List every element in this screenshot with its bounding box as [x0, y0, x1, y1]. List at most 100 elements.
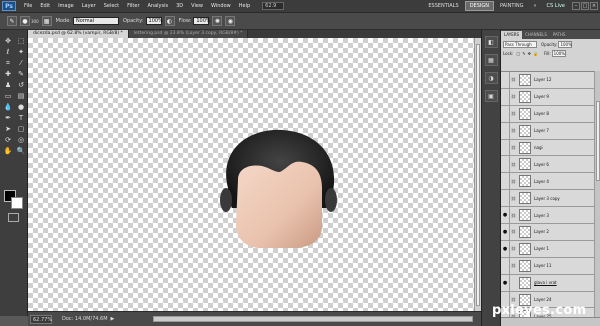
- menu-view[interactable]: View: [187, 3, 207, 9]
- zoom-level-select[interactable]: 62.9: [262, 2, 285, 10]
- shape-tool-icon[interactable]: ▢: [15, 124, 27, 134]
- document-canvas[interactable]: [28, 38, 481, 311]
- lasso-tool-icon[interactable]: ℓ: [2, 47, 14, 57]
- visibility-eye-icon[interactable]: [501, 139, 510, 156]
- blur-tool-icon[interactable]: 💧: [2, 102, 14, 112]
- eraser-tool-icon[interactable]: ▭: [2, 91, 14, 101]
- visibility-eye-icon[interactable]: ●: [501, 223, 510, 240]
- cs-live-button[interactable]: CS Live: [547, 3, 565, 9]
- brush-picker-icon[interactable]: ●: [20, 16, 30, 26]
- tab-document-2[interactable]: lettering.psd @ 23.8% (Layer 3 copy, RGB…: [128, 30, 249, 38]
- menu-analysis[interactable]: Analysis: [144, 3, 173, 9]
- menu-image[interactable]: Image: [54, 3, 78, 9]
- menu-select[interactable]: Select: [100, 3, 123, 9]
- layer-row[interactable]: ⛓ Layer 9: [501, 88, 600, 106]
- close-icon[interactable]: ×: [590, 2, 598, 10]
- airbrush-icon[interactable]: ✺: [212, 16, 223, 26]
- clone-stamp-tool-icon[interactable]: ♟: [2, 80, 14, 90]
- menu-help[interactable]: Help: [235, 3, 254, 9]
- visibility-eye-icon[interactable]: [501, 122, 510, 139]
- quick-mask-icon[interactable]: [8, 213, 19, 222]
- layer-row[interactable]: ⛓ Layer 7: [501, 122, 600, 140]
- mode-select[interactable]: Normal: [72, 17, 119, 25]
- workspace-design[interactable]: DESIGN: [464, 1, 494, 11]
- workspace-painting[interactable]: PAINTING: [496, 2, 527, 10]
- visibility-eye-icon[interactable]: ●: [501, 207, 510, 224]
- visibility-eye-icon[interactable]: [501, 190, 510, 207]
- color-panel-icon[interactable]: ◧: [484, 36, 498, 48]
- layer-row[interactable]: ⛓ nagi: [501, 139, 600, 157]
- menu-edit[interactable]: Edit: [36, 3, 54, 9]
- visibility-eye-icon[interactable]: [501, 173, 510, 190]
- layer-row[interactable]: ● glava i vrat: [501, 274, 600, 292]
- visibility-eye-icon[interactable]: [501, 105, 510, 122]
- fill-field[interactable]: 100%: [551, 49, 567, 57]
- brush-tool-preset-icon[interactable]: ✎: [7, 16, 17, 26]
- gradient-tool-icon[interactable]: ▤: [15, 91, 27, 101]
- scroll-thumb[interactable]: [476, 44, 480, 306]
- lock-image-icon[interactable]: ✎: [522, 51, 525, 56]
- brush-tool-icon[interactable]: ✎: [15, 69, 27, 79]
- layer-row[interactable]: ● ⛓ Layer 2: [501, 223, 600, 241]
- move-tool-icon[interactable]: ✥: [2, 36, 14, 46]
- swatches-panel-icon[interactable]: ▦: [484, 54, 498, 66]
- layer-row[interactable]: ⛓ Layer 6: [501, 156, 600, 174]
- quick-select-tool-icon[interactable]: ✦: [15, 47, 27, 57]
- workspace-essentials[interactable]: ESSENTIALS: [424, 2, 462, 10]
- background-color-swatch[interactable]: [11, 197, 23, 209]
- lock-all-icon[interactable]: 🔒: [533, 51, 538, 56]
- zoom-field[interactable]: 62.77%: [30, 314, 52, 324]
- menu-filter[interactable]: Filter: [123, 3, 143, 9]
- hand-tool-icon[interactable]: ✋: [2, 146, 14, 156]
- path-select-tool-icon[interactable]: ➤: [2, 124, 14, 134]
- type-tool-icon[interactable]: T: [15, 113, 27, 123]
- lock-transparency-icon[interactable]: ▢: [516, 51, 520, 56]
- visibility-eye-icon[interactable]: [501, 257, 510, 274]
- blend-mode-select[interactable]: Pass Through: [503, 40, 537, 48]
- tab-layers[interactable]: LAYERS: [501, 31, 523, 39]
- 3d-orbit-tool-icon[interactable]: ◎: [15, 135, 27, 145]
- canvas-vertical-scrollbar[interactable]: [474, 38, 481, 311]
- layer-row[interactable]: ⛓ Layer 3 copy: [501, 190, 600, 208]
- visibility-eye-icon[interactable]: ●: [501, 240, 510, 257]
- menu-layer[interactable]: Layer: [78, 3, 100, 9]
- visibility-eye-icon[interactable]: [501, 88, 510, 105]
- brush-panel-icon[interactable]: ▦: [41, 16, 52, 26]
- canvas-horizontal-scrollbar[interactable]: [153, 316, 473, 322]
- layer-row[interactable]: ⛓ Layer 11: [501, 257, 600, 275]
- pen-tool-icon[interactable]: ✒: [2, 113, 14, 123]
- layer-row[interactable]: ⛓ Layer 8: [501, 105, 600, 123]
- eyedropper-tool-icon[interactable]: ⁄: [15, 58, 27, 68]
- flow-field[interactable]: 100%: [193, 17, 211, 25]
- menu-3d[interactable]: 3D: [172, 3, 187, 9]
- lock-position-icon[interactable]: ✥: [528, 51, 531, 56]
- layers-scroll-thumb[interactable]: [596, 101, 600, 181]
- pressure-opacity-icon[interactable]: ◐: [164, 16, 175, 26]
- workspace-more-button[interactable]: »: [529, 2, 540, 10]
- layer-row[interactable]: ⛓ Layer 12: [501, 71, 600, 89]
- minimize-icon[interactable]: –: [572, 2, 580, 10]
- visibility-eye-icon[interactable]: [501, 71, 510, 88]
- crop-tool-icon[interactable]: ⌗: [2, 58, 14, 68]
- opacity-field[interactable]: 100%: [145, 17, 163, 25]
- adjustments-panel-icon[interactable]: ◑: [484, 72, 498, 84]
- layer-opacity-field[interactable]: 100%: [558, 40, 573, 48]
- dodge-tool-icon[interactable]: ●: [15, 102, 27, 112]
- tab-document-1[interactable]: dicezda.psd @ 62.8% (vampir, RGB/8) *: [28, 30, 129, 38]
- maximize-icon[interactable]: □: [581, 2, 589, 10]
- layer-row[interactable]: ⛓ Layer 4: [501, 173, 600, 191]
- menu-window[interactable]: Window: [207, 3, 235, 9]
- visibility-eye-icon[interactable]: ●: [501, 274, 510, 291]
- layers-scrollbar[interactable]: [594, 71, 600, 317]
- status-arrow-icon[interactable]: ▶: [111, 316, 115, 322]
- healing-brush-tool-icon[interactable]: ✚: [2, 69, 14, 79]
- pressure-size-icon[interactable]: ◉: [225, 16, 236, 26]
- history-brush-tool-icon[interactable]: ↺: [15, 80, 27, 90]
- menu-file[interactable]: File: [20, 3, 36, 9]
- tab-paths[interactable]: PATHS: [550, 31, 569, 39]
- 3d-rotate-tool-icon[interactable]: ⟳: [2, 135, 14, 145]
- zoom-tool-icon[interactable]: 🔍: [15, 146, 27, 156]
- tab-channels[interactable]: CHANNELS: [522, 31, 550, 39]
- masks-panel-icon[interactable]: ▣: [484, 90, 498, 102]
- marquee-tool-icon[interactable]: ⬚: [15, 36, 27, 46]
